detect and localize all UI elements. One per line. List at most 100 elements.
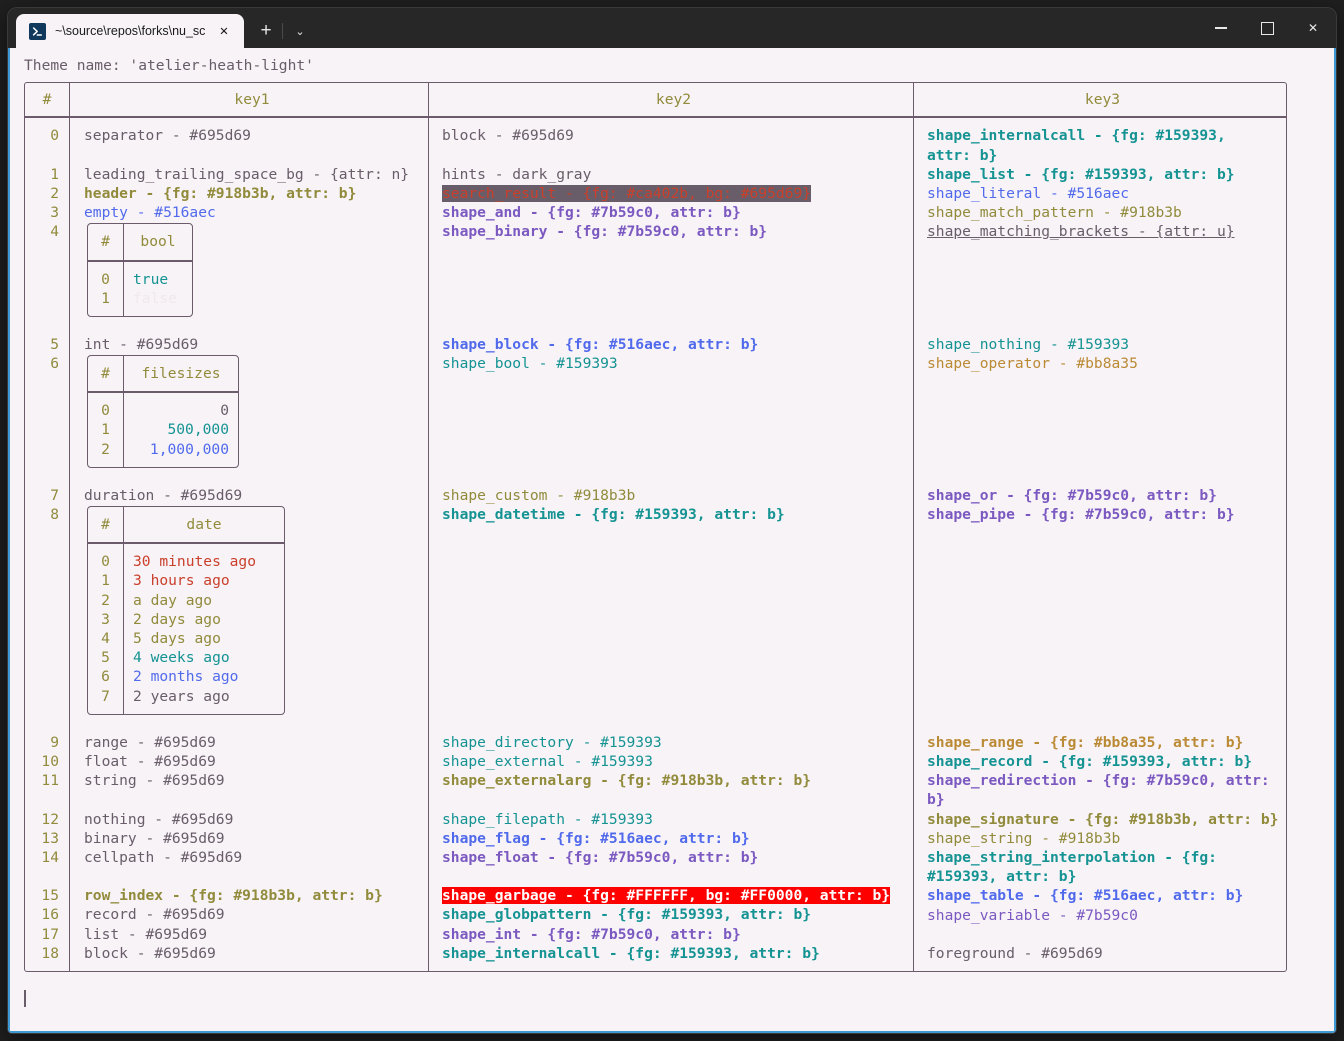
table-row: 7 8 duration - #695d69 # date 0 1 2 3 4 … xyxy=(25,477,1286,725)
row-index: 11 xyxy=(41,772,59,790)
row-index: 2 xyxy=(101,591,110,609)
key3-group-1: shape_nothing - #159393 shape_operator -… xyxy=(913,326,1286,478)
theme-entry: shape_custom - #918b3b xyxy=(442,486,636,504)
chevron-down-icon[interactable]: ⌄ xyxy=(282,14,316,48)
theme-entry: shape_filepath - #159393 xyxy=(442,810,653,828)
filesizes-subtable: # filesizes 0 1 2 0 500,000 1,000,000 xyxy=(87,355,239,468)
filesize-value: 1,000,000 xyxy=(149,440,229,458)
date-value: 4 weeks ago xyxy=(133,649,230,667)
bool-header-value: bool xyxy=(140,233,176,251)
theme-entry: shape_operator - #bb8a35 xyxy=(927,355,1138,373)
row-index: 0 xyxy=(101,402,110,420)
row-index: 0 xyxy=(50,127,59,145)
row-index: 7 xyxy=(101,687,110,705)
text-cursor xyxy=(24,990,26,1008)
row-index-group-2: 7 8 xyxy=(25,478,69,725)
row-index: 3 xyxy=(50,204,59,222)
theme-entry: record - #695d69 xyxy=(84,906,225,924)
row-index: 7 xyxy=(50,486,59,504)
theme-entry: shape_string - #918b3b xyxy=(927,829,1121,847)
theme-entry: shape_internalcall - {fg: #159393, attr:… xyxy=(442,944,820,962)
theme-entry: shape_table - {fg: #516aec, attr: b} xyxy=(927,887,1244,905)
row-index: 1 xyxy=(101,572,110,590)
row-index: 17 xyxy=(41,925,59,943)
row-index-group-1: 5 6 xyxy=(25,327,69,478)
theme-entry: leading_trailing_space_bg - {attr: n} xyxy=(84,165,410,183)
key3-group-2: shape_or - {fg: #7b59c0, attr: b} shape_… xyxy=(913,477,1286,725)
new-tab-button[interactable]: + xyxy=(250,14,282,48)
column-header-index: # xyxy=(42,91,52,109)
theme-entry: shape_matching_brackets - {attr: u} xyxy=(927,223,1235,241)
row-index: 3 xyxy=(101,610,110,628)
date-value: 2 years ago xyxy=(133,687,230,705)
theme-entry: shape_internalcall - {fg: #159393, attr:… xyxy=(927,127,1226,164)
theme-entry: block - #695d69 xyxy=(84,944,216,962)
close-tab-icon[interactable]: ✕ xyxy=(214,21,234,41)
key1-group-0: separator - #695d69 leading_trailing_spa… xyxy=(69,118,428,327)
shape-garbage-highlight: shape_garbage - {fg: #FFFFFF, bg: #FF000… xyxy=(442,887,891,905)
column-header-key2: key2 xyxy=(428,83,913,117)
key2-group-1: shape_block - {fg: #516aec, attr: b} sha… xyxy=(428,326,913,478)
date-subtable-header: # date xyxy=(88,507,284,545)
theme-entry: nothing - #695d69 xyxy=(84,810,234,828)
theme-entry: shape_range - {fg: #bb8a35, attr: b} xyxy=(927,733,1244,751)
row-index: 0 xyxy=(101,553,110,571)
maximize-button[interactable] xyxy=(1244,8,1290,48)
close-window-button[interactable]: ✕ xyxy=(1290,8,1336,48)
bool-index-column: 0 1 xyxy=(88,261,124,316)
terminal-tab[interactable]: ~\source\repos\forks\nu_scrip ✕ xyxy=(16,14,244,48)
theme-entry: shape_string_interpolation - {fg: #15939… xyxy=(927,848,1217,886)
row-index: 13 xyxy=(41,829,59,847)
row-index: 1 xyxy=(101,289,110,307)
theme-entry: shape_directory - #159393 xyxy=(442,733,662,751)
row-index: 16 xyxy=(41,906,59,924)
row-index: 5 xyxy=(101,649,110,667)
prompt-line[interactable] xyxy=(24,990,1334,1009)
theme-entry: shape_list - {fg: #159393, attr: b} xyxy=(927,165,1235,183)
key3-group-0: shape_internalcall - {fg: #159393, attr:… xyxy=(913,118,1286,327)
date-subtable-body: 0 1 2 3 4 5 6 7 30 minutes ago 3 hours a… xyxy=(88,544,284,714)
window-controls: ✕ xyxy=(1198,8,1336,48)
row-index: 2 xyxy=(50,184,59,202)
filesizes-subtable-header: # filesizes xyxy=(88,356,238,394)
row-index: 14 xyxy=(41,848,59,866)
table-row: 9 10 11 . 12 13 14 . 15 16 17 18 xyxy=(25,724,1286,972)
theme-entry: shape_redirection - {fg: #7b59c0, attr: … xyxy=(927,772,1270,809)
theme-entry: shape_match_pattern - #918b3b xyxy=(927,204,1182,222)
row-index: 15 xyxy=(41,887,59,905)
filesizes-value-column: 0 500,000 1,000,000 xyxy=(124,393,238,467)
row-index: 4 xyxy=(50,223,59,241)
theme-entry-search-result: search_result - {fg: #ca402b, bg: #695d6… xyxy=(442,184,905,203)
row-index: 8 xyxy=(50,506,59,524)
theme-entry: shape_pipe - {fg: #7b59c0, attr: b} xyxy=(927,506,1235,524)
terminal-content[interactable]: Theme name: 'atelier-heath-light' # key1… xyxy=(8,48,1336,1033)
theme-entry: shape_int - {fg: #7b59c0, attr: b} xyxy=(442,925,741,943)
date-value: 30 minutes ago xyxy=(133,553,257,571)
column-header-key1: key1 xyxy=(69,83,428,117)
filesizes-index-column: 0 1 2 xyxy=(88,393,124,467)
date-header-value: date xyxy=(186,516,222,534)
row-index: 2 xyxy=(101,440,110,458)
minimize-button[interactable] xyxy=(1198,8,1244,48)
theme-entry: header - {fg: #918b3b, attr: b} xyxy=(84,184,357,202)
row-index-group-0: 0 . 1 2 3 4 xyxy=(25,118,69,327)
row-index: 10 xyxy=(41,752,59,770)
theme-entry: foreground - #695d69 xyxy=(927,944,1103,962)
date-value: 2 days ago xyxy=(133,610,221,628)
row-index: 6 xyxy=(101,668,110,686)
bool-subtable-header: # bool xyxy=(88,224,192,262)
key1-group-1: int - #695d69 # filesizes 0 1 2 0 500,00… xyxy=(69,326,428,478)
key2-group-0: block - #695d69 hints - dark_gray search… xyxy=(428,118,913,327)
theme-entry: duration - #695d69 xyxy=(84,486,243,504)
theme-entry: separator - #695d69 xyxy=(84,127,251,145)
theme-entry: shape_or - {fg: #7b59c0, attr: b} xyxy=(927,486,1217,504)
tab-strip: ~\source\repos\forks\nu_scrip ✕ + ⌄ xyxy=(8,8,316,48)
theme-entry: float - #695d69 xyxy=(84,752,216,770)
theme-entry: shape_globpattern - {fg: #159393, attr: … xyxy=(442,906,812,924)
row-index: 9 xyxy=(50,733,59,751)
theme-entry: shape_binary - {fg: #7b59c0, attr: b} xyxy=(442,223,768,241)
theme-entry: shape_record - {fg: #159393, attr: b} xyxy=(927,752,1253,770)
